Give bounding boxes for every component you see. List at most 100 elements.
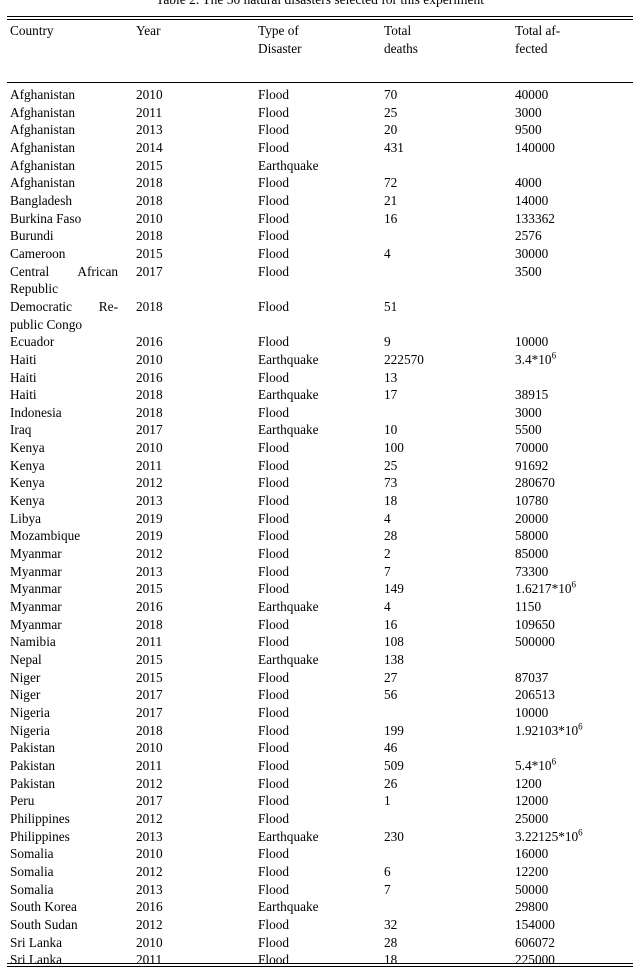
table-row: Peru 2017 Flood 1 12000	[0, 792, 640, 810]
cell-affected-exponent: 6	[578, 827, 583, 838]
table-header: Country Year Type of Disaster Total deat…	[0, 22, 640, 57]
column-header-country: Country	[10, 23, 54, 38]
cell-country: Myanmar	[10, 616, 62, 632]
cell-total-affected: 9500	[515, 122, 542, 138]
cell-deaths: 100	[384, 440, 404, 456]
cell-country: Niger	[10, 687, 41, 703]
cell-type: Earthquake	[258, 351, 319, 367]
table-row: Myanmar 2018 Flood 16 109650	[0, 616, 640, 634]
column-header-type-of-disaster: Type of Disaster	[252, 22, 380, 57]
table-row: Central African Republic 2017 Flood 3500	[0, 263, 640, 298]
cell-total-affected: 30000	[515, 245, 549, 261]
table-row: Afghanistan 2018 Flood 72 4000	[0, 174, 640, 192]
table-row: Burkina Faso 2010 Flood 16 133362	[0, 210, 640, 228]
cell-deaths: 73	[384, 475, 398, 491]
cell-affected-exponent: 6	[578, 721, 583, 732]
cell-type: Flood	[258, 863, 290, 879]
cell-type: Flood	[258, 563, 290, 579]
cell-year: 2012	[136, 775, 163, 791]
cell-country: Peru	[10, 793, 35, 809]
cell-country: Burundi	[10, 228, 54, 244]
cell-country: Kenya	[10, 475, 45, 491]
cell-country: Haiti	[10, 369, 37, 385]
table-row: Myanmar 2016 Earthquake 4 1150	[0, 598, 640, 616]
cell-total-affected: 10780	[515, 493, 549, 509]
cell-total-affected: 3.4*106	[515, 351, 640, 369]
cell-deaths: 51	[384, 298, 398, 314]
cell-type: Flood	[258, 687, 290, 703]
cell-year: 2014	[136, 139, 163, 155]
cell-deaths: 199	[384, 722, 404, 738]
cell-type: Flood	[258, 192, 290, 208]
cell-year: 2012	[136, 475, 163, 491]
cell-year: 2015	[136, 669, 163, 685]
cell-deaths	[380, 704, 515, 722]
cell-deaths: 25	[384, 104, 398, 120]
cell-year: 2018	[136, 387, 163, 403]
cell-type: Flood	[258, 916, 290, 932]
table-row: Indonesia 2018 Flood 3000	[0, 404, 640, 422]
cell-type: Flood	[258, 934, 290, 950]
cell-total-affected: 1.92103*106	[515, 722, 640, 740]
cell-year: 2016	[136, 369, 163, 385]
cell-type: Flood	[258, 245, 290, 261]
cell-total-affected: 280670	[515, 475, 555, 491]
cell-year: 2013	[136, 828, 163, 844]
cell-total-affected: 5500	[515, 422, 542, 438]
table-row: Pakistan 2012 Flood 26 1200	[0, 775, 640, 793]
cell-total-affected: 85000	[515, 546, 549, 562]
cell-deaths: 21	[384, 192, 398, 208]
cell-year: 2010	[136, 351, 163, 367]
cell-year: 2018	[136, 298, 163, 314]
cell-country: Afghanistan	[10, 175, 75, 191]
cell-year: 2010	[136, 440, 163, 456]
cell-type: Flood	[258, 704, 290, 720]
table-row: Pakistan 2011 Flood 509 5.4*106	[0, 757, 640, 775]
cell-type: Flood	[258, 616, 290, 632]
table-row: South Sudan 2012 Flood 32 154000	[0, 916, 640, 934]
cell-type: Flood	[258, 757, 290, 773]
table-row: Kenya 2013 Flood 18 10780	[0, 492, 640, 510]
cell-type: Flood	[258, 510, 290, 526]
cell-deaths	[380, 157, 515, 175]
cell-year: 2010	[136, 846, 163, 862]
cell-country: Kenya	[10, 493, 45, 509]
cell-country: Mozambique	[10, 528, 81, 544]
cell-affected-mantissa: 1.92103*10	[515, 722, 579, 738]
cell-total-affected: 12200	[515, 863, 549, 879]
cell-total-affected: 154000	[515, 916, 555, 932]
cell-year: 2013	[136, 493, 163, 509]
cell-type: Flood	[258, 404, 290, 420]
table-row: Burundi 2018 Flood 2576	[0, 227, 640, 245]
table-row: Cameroon 2015 Flood 4 30000	[0, 245, 640, 263]
table-row: Myanmar 2015 Flood 149 1.6217*106	[0, 580, 640, 598]
cell-country: Somalia	[10, 846, 54, 862]
cell-affected-mantissa: 1.6217*10	[515, 581, 572, 597]
table-row: South Korea 2016 Earthquake 29800	[0, 898, 640, 916]
table-row: Philippines 2013 Earthquake 230 3.22125*106	[0, 828, 640, 846]
cell-year: 2018	[136, 722, 163, 738]
table-row: Afghanistan 2014 Flood 431 140000	[0, 139, 640, 157]
cell-deaths: 16	[384, 210, 398, 226]
cell-country: Myanmar	[10, 599, 62, 615]
cell-country: Somalia	[10, 863, 54, 879]
cell-type: Flood	[258, 846, 290, 862]
cell-country: Pakistan	[10, 740, 56, 756]
cell-total-affected: 3000	[515, 104, 542, 120]
table-row: Haiti 2016 Flood 13	[0, 369, 640, 387]
cell-year: 2013	[136, 881, 163, 897]
cell-deaths: 25	[384, 457, 398, 473]
cell-type: Flood	[258, 104, 290, 120]
table-row: Afghanistan 2013 Flood 20 9500	[0, 121, 640, 139]
cell-type: Flood	[258, 722, 290, 738]
cell-deaths: 56	[384, 687, 398, 703]
cell-country: Nepal	[10, 652, 42, 667]
table-row: Kenya 2011 Flood 25 91692	[0, 457, 640, 475]
cell-total-affected: 25000	[515, 810, 549, 826]
cell-deaths: 16	[384, 616, 398, 632]
cell-deaths: 7	[384, 563, 391, 579]
table-row: Afghanistan 2010 Flood 70 40000	[0, 86, 640, 104]
cell-country: Myanmar	[10, 546, 62, 562]
cell-deaths: 13	[384, 369, 398, 385]
cell-type: Flood	[258, 528, 290, 544]
